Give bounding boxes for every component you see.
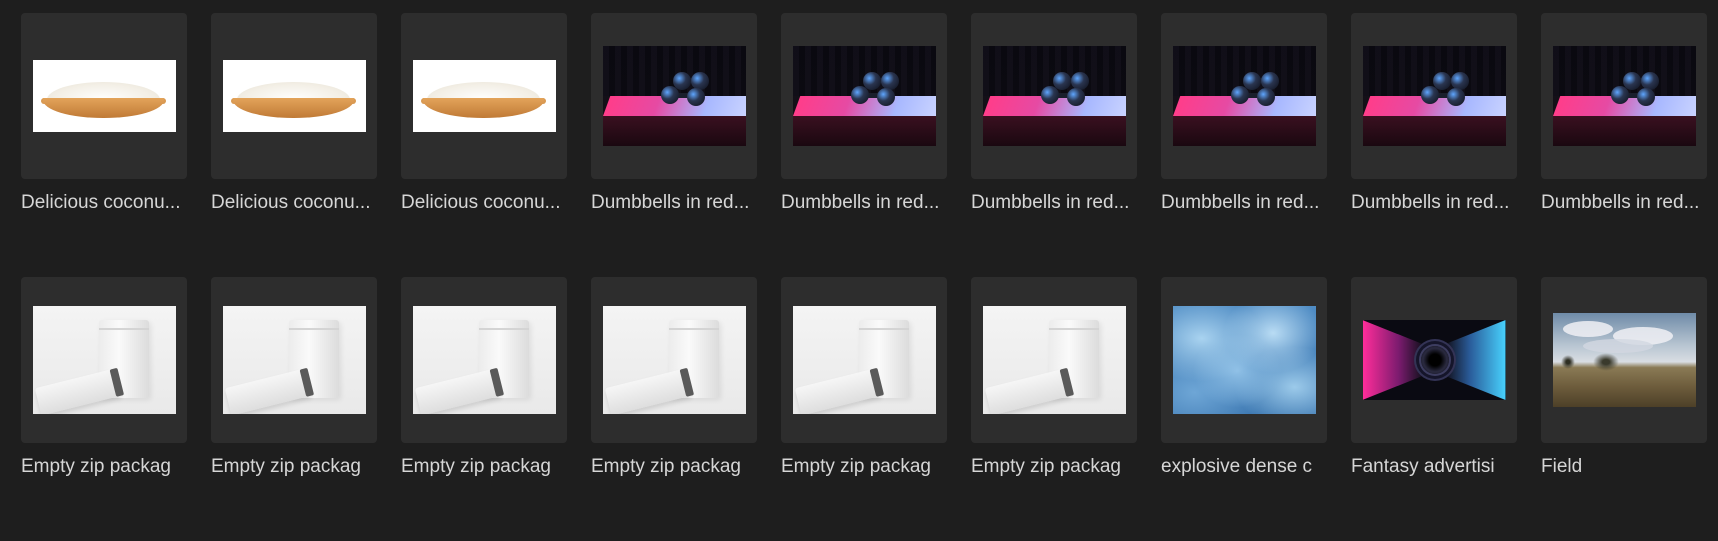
asset-thumbnail-frame[interactable] bbox=[781, 13, 947, 179]
asset-tile[interactable]: Dumbbells in red... bbox=[1351, 13, 1517, 243]
asset-title: Dumbbells in red... bbox=[591, 192, 750, 213]
asset-title: Dumbbells in red... bbox=[781, 192, 940, 213]
zip-package-thumbnail bbox=[412, 306, 556, 414]
asset-tile[interactable]: Dumbbells in red... bbox=[1541, 13, 1707, 243]
asset-title: Empty zip packag bbox=[211, 456, 361, 477]
dumbbells-thumbnail bbox=[1552, 46, 1696, 146]
dumbbells-thumbnail bbox=[1172, 46, 1316, 146]
asset-title: Empty zip packag bbox=[971, 456, 1121, 477]
coconut-pie-thumbnail bbox=[32, 60, 176, 132]
dumbbells-thumbnail bbox=[1362, 46, 1506, 146]
asset-title: Empty zip packag bbox=[591, 456, 741, 477]
asset-thumbnail-frame[interactable] bbox=[211, 277, 377, 443]
asset-title: Empty zip packag bbox=[781, 456, 931, 477]
field-thumbnail bbox=[1552, 313, 1696, 407]
asset-title: Fantasy advertisi bbox=[1351, 456, 1495, 477]
asset-thumbnail-frame[interactable] bbox=[21, 13, 187, 179]
asset-thumbnail-frame[interactable] bbox=[211, 13, 377, 179]
coconut-pie-thumbnail bbox=[412, 60, 556, 132]
asset-thumbnail-frame[interactable] bbox=[971, 277, 1137, 443]
dumbbells-thumbnail bbox=[982, 46, 1126, 146]
asset-thumbnail-frame[interactable] bbox=[1541, 13, 1707, 179]
asset-thumbnail-frame[interactable] bbox=[1161, 13, 1327, 179]
asset-title: Dumbbells in red... bbox=[1541, 192, 1700, 213]
asset-tile[interactable]: Dumbbells in red... bbox=[591, 13, 757, 243]
asset-title: Delicious coconu... bbox=[211, 192, 371, 213]
asset-tile[interactable]: Dumbbells in red... bbox=[971, 13, 1137, 243]
asset-tile[interactable]: Delicious coconu... bbox=[401, 13, 567, 243]
asset-thumbnail-frame[interactable] bbox=[401, 13, 567, 179]
asset-title: Delicious coconu... bbox=[401, 192, 561, 213]
zip-package-thumbnail bbox=[792, 306, 936, 414]
zip-package-thumbnail bbox=[982, 306, 1126, 414]
dumbbells-thumbnail bbox=[602, 46, 746, 146]
asset-tile[interactable]: Dumbbells in red... bbox=[781, 13, 947, 243]
zip-package-thumbnail bbox=[602, 306, 746, 414]
asset-thumbnail-frame[interactable] bbox=[591, 13, 757, 179]
asset-title: Empty zip packag bbox=[401, 456, 551, 477]
asset-thumbnail-frame[interactable] bbox=[1351, 277, 1517, 443]
asset-title: explosive dense c bbox=[1161, 456, 1313, 477]
asset-title: Dumbbells in red... bbox=[971, 192, 1130, 213]
asset-tile[interactable]: Dumbbells in red... bbox=[1161, 13, 1327, 243]
asset-thumbnail-frame[interactable] bbox=[781, 277, 947, 443]
asset-grid: Delicious coconu... Delicious coconu... De… bbox=[21, 13, 1707, 541]
asset-title: Field bbox=[1541, 456, 1583, 477]
asset-title: Delicious coconu... bbox=[21, 192, 181, 213]
asset-thumbnail-frame[interactable] bbox=[1161, 277, 1327, 443]
clouds-thumbnail bbox=[1172, 306, 1316, 414]
asset-thumbnail-frame[interactable] bbox=[591, 277, 757, 443]
dumbbells-thumbnail bbox=[792, 46, 936, 146]
asset-thumbnail-frame[interactable] bbox=[401, 277, 567, 443]
asset-title: Dumbbells in red... bbox=[1161, 192, 1320, 213]
asset-tile[interactable]: Delicious coconu... bbox=[211, 13, 377, 243]
asset-thumbnail-frame[interactable] bbox=[1351, 13, 1517, 179]
zip-package-thumbnail bbox=[222, 306, 366, 414]
zip-package-thumbnail bbox=[32, 306, 176, 414]
asset-thumbnail-frame[interactable] bbox=[971, 13, 1137, 179]
asset-title: Dumbbells in red... bbox=[1351, 192, 1510, 213]
neon-tunnel-thumbnail bbox=[1362, 320, 1506, 400]
asset-title: Empty zip packag bbox=[21, 456, 171, 477]
asset-thumbnail-frame[interactable] bbox=[21, 277, 187, 443]
asset-thumbnail-frame[interactable] bbox=[1541, 277, 1707, 443]
asset-tile[interactable]: Delicious coconu... bbox=[21, 13, 187, 243]
coconut-pie-thumbnail bbox=[222, 60, 366, 132]
